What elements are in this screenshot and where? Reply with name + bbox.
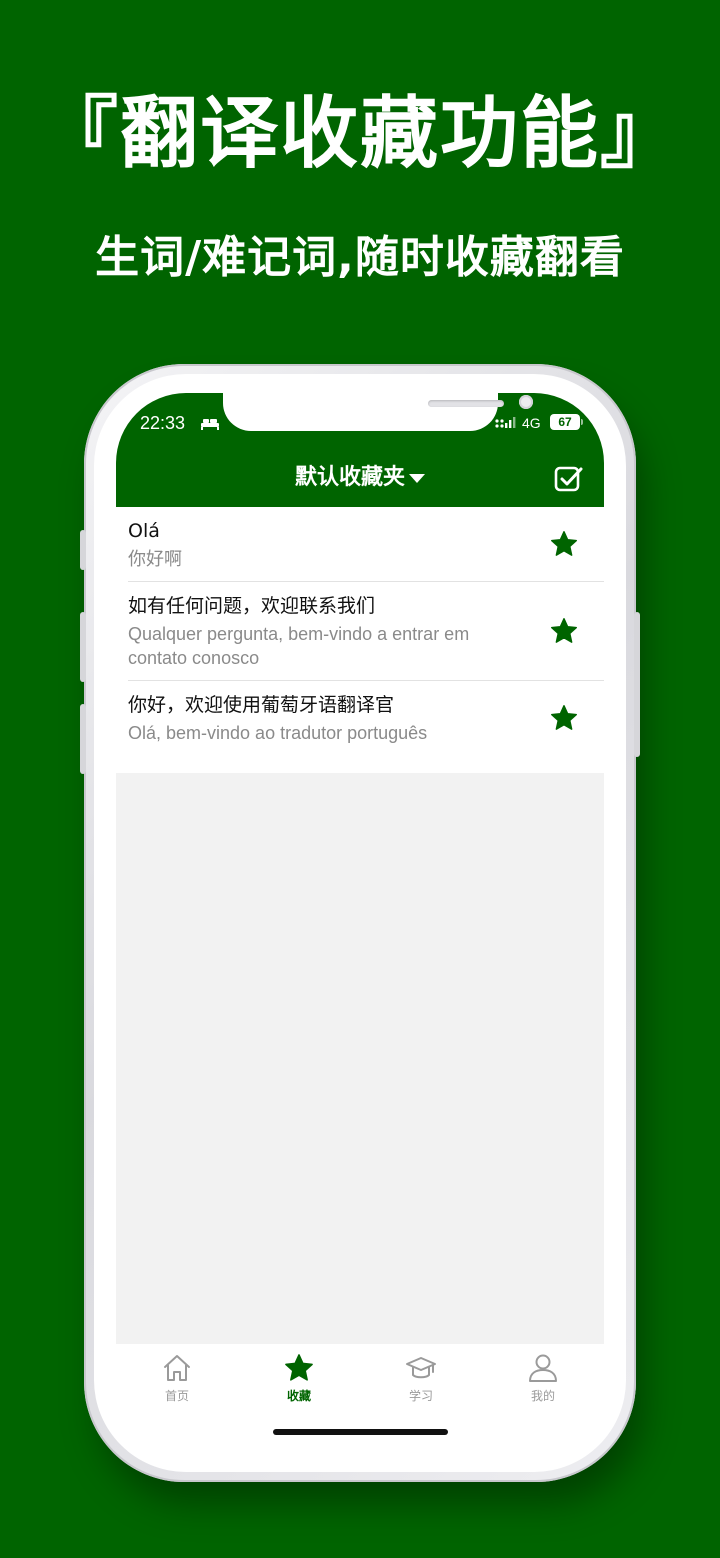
tab-study[interactable]: 学习: [360, 1352, 482, 1412]
star-icon[interactable]: [549, 703, 579, 733]
phone-side-button: [80, 530, 86, 570]
app-header: 22:33 4G 67 默认收藏夹: [116, 393, 604, 507]
speaker-grille: [428, 400, 504, 407]
folder-selector[interactable]: 默认收藏夹: [116, 461, 604, 495]
tab-favorites[interactable]: 收藏: [238, 1352, 360, 1412]
promo-subtitle: 生词/难记词,随时收藏翻看: [95, 232, 625, 283]
tab-bar: 首页 收藏 学习 我的: [116, 1344, 604, 1459]
battery-level: 67: [558, 415, 572, 429]
tab-home[interactable]: 首页: [116, 1352, 238, 1412]
tab-label: 收藏: [286, 1389, 311, 1403]
graduation-cap-icon: [406, 1357, 436, 1379]
phone-volume-up-button: [80, 612, 86, 682]
tab-me[interactable]: 我的: [482, 1352, 604, 1412]
battery-icon: 67: [550, 414, 580, 430]
favorite-text: Olá 你好啊: [128, 517, 528, 571]
checkbox-icon[interactable]: [553, 463, 585, 495]
empty-content-area: [116, 773, 604, 1345]
favorite-translation: 你好啊: [128, 549, 182, 569]
favorites-list: Olá 你好啊 如有任何问题，欢迎联系我们 Qualquer pergunta,…: [116, 507, 604, 755]
network-type: 4G: [522, 415, 541, 431]
favorite-source: Olá: [128, 520, 160, 542]
phone-volume-down-button: [80, 704, 86, 774]
user-icon: [529, 1354, 557, 1382]
favorite-item[interactable]: Olá 你好啊: [128, 507, 604, 582]
bed-icon: [201, 419, 219, 430]
signal-icon: [495, 417, 516, 428]
favorite-text: 你好，欢迎使用葡萄牙语翻译官 Olá, bem-vindo ao traduto…: [128, 691, 528, 745]
phone-notch: [223, 393, 533, 431]
status-time: 22:33: [140, 413, 186, 433]
front-camera: [519, 395, 533, 409]
phone-screen: 22:33 4G 67 默认收藏夹 Olá 你好啊 如有任何问题，欢迎联系我们 …: [116, 393, 604, 1459]
battery-tip: [581, 419, 583, 425]
favorite-translation: Olá, bem-vindo ao tradutor português: [128, 723, 428, 743]
star-icon[interactable]: [549, 529, 579, 559]
favorite-item[interactable]: 你好，欢迎使用葡萄牙语翻译官 Olá, bem-vindo ao traduto…: [116, 681, 604, 755]
favorite-source: 如有任何问题，欢迎联系我们: [128, 595, 376, 617]
star-icon[interactable]: [549, 616, 579, 646]
favorite-item[interactable]: 如有任何问题，欢迎联系我们 Qualquer pergunta, bem-vin…: [128, 582, 604, 681]
tab-label: 首页: [164, 1389, 189, 1403]
home-icon: [164, 1355, 190, 1381]
caret-down-icon: [409, 473, 425, 483]
favorite-source: 你好，欢迎使用葡萄牙语翻译官: [128, 694, 395, 716]
home-indicator[interactable]: [273, 1429, 448, 1435]
tab-label: 学习: [408, 1389, 433, 1403]
favorite-translation: Qualquer pergunta, bem-vindo a entrar em…: [128, 624, 470, 668]
folder-title: 默认收藏夹: [294, 465, 405, 490]
tab-label: 我的: [530, 1389, 555, 1403]
star-icon: [285, 1354, 313, 1381]
phone-power-button: [634, 612, 640, 757]
favorite-text: 如有任何问题，欢迎联系我们 Qualquer pergunta, bem-vin…: [128, 592, 528, 670]
promo-title: 『翻译收藏功能』: [39, 89, 680, 179]
